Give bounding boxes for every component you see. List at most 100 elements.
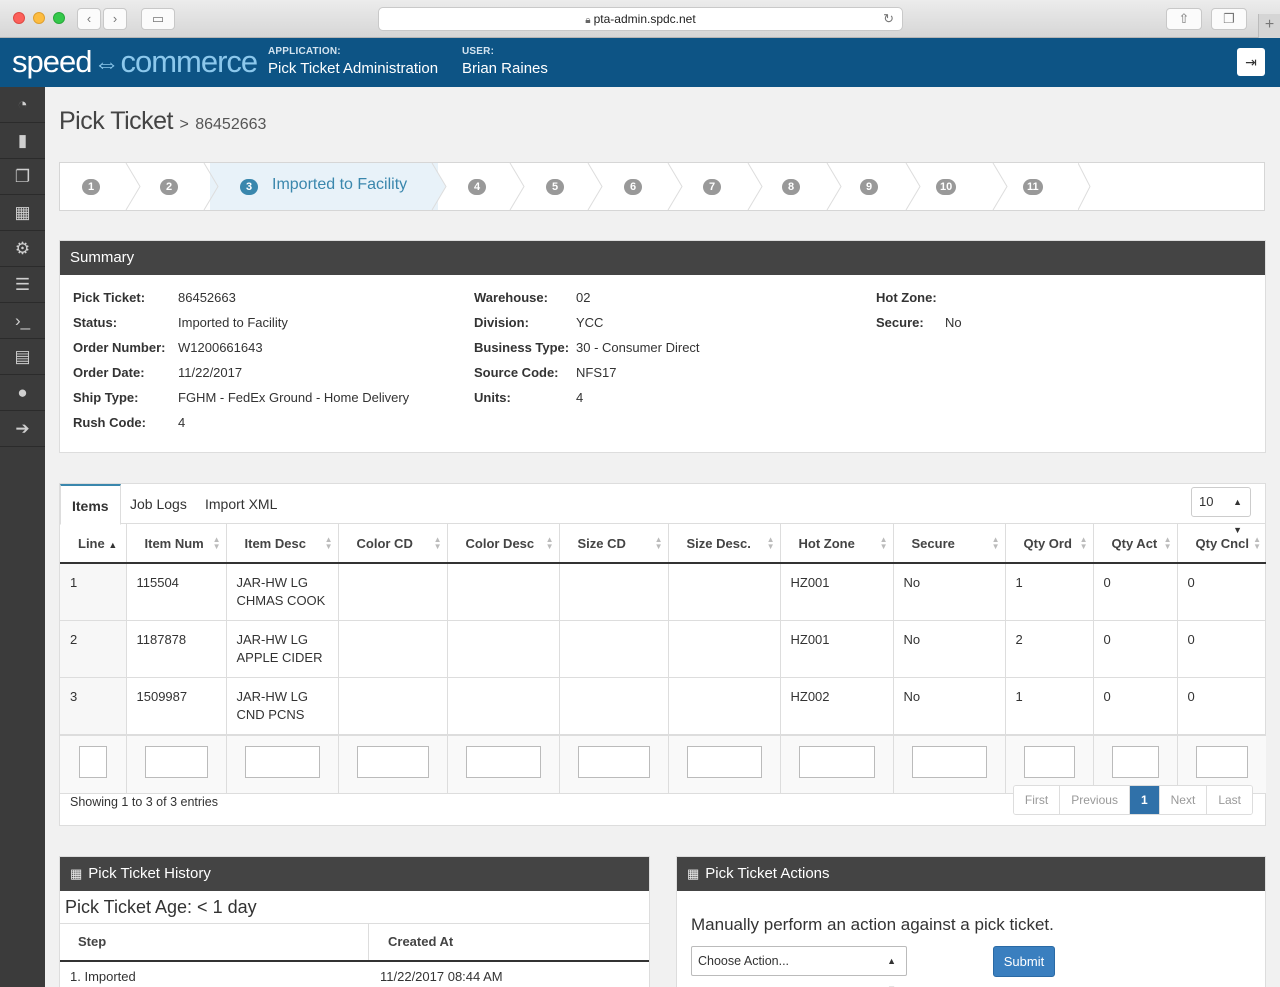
sort-icon: ▲ ▼	[1253, 535, 1261, 551]
sidebar-item-terminal[interactable]: ›_	[0, 303, 45, 339]
zoom-window-button[interactable]	[53, 12, 65, 24]
filter-cell	[446, 734, 559, 794]
pager-last[interactable]: Last	[1206, 786, 1252, 814]
cogs-icon: ⚙	[14, 239, 31, 258]
sidebar-item-building[interactable]: ▦	[0, 195, 45, 231]
summary-division: Division: YCC	[474, 315, 603, 330]
sidebar-item-document[interactable]: ▤	[0, 339, 45, 375]
filter-color-cd-input[interactable]	[356, 746, 429, 778]
page-size-select[interactable]: 10 ▲ ▼	[1191, 487, 1251, 535]
back-icon[interactable]: ‹	[77, 8, 101, 30]
col-qty-ord[interactable]: Qty Ord ▲ ▼	[1004, 524, 1093, 564]
history-col-divider	[368, 923, 369, 960]
cell-secure: No	[892, 563, 1005, 621]
summary-value: YCC	[576, 315, 604, 330]
user-value: Brian Raines	[462, 60, 548, 77]
address-bar[interactable]: 🔒︎ pta-admin.spdc.net ↻	[378, 7, 903, 31]
new-tab-icon[interactable]: +	[1258, 14, 1280, 38]
tabs-overview-icon[interactable]: ❐	[1211, 8, 1247, 30]
sort-icon: ▲ ▼	[545, 535, 554, 551]
sidebar-toggle-icon[interactable]: ▭	[141, 8, 175, 30]
col-line[interactable]: Line ▲	[60, 524, 126, 564]
sidebar-item-settings[interactable]: ⚙	[0, 231, 45, 267]
col-size-cd[interactable]: Size CD ▲ ▼	[558, 524, 668, 564]
sidebar-item-server[interactable]: ☰	[0, 267, 45, 303]
filter-color-desc-input[interactable]	[465, 746, 541, 778]
server-icon: ☰	[14, 275, 31, 294]
sidebar-item-files[interactable]: ❐	[0, 159, 45, 195]
filter-item-num-input[interactable]	[144, 746, 208, 778]
history-title: Pick Ticket History	[88, 865, 211, 882]
pager-current[interactable]: 1	[1128, 786, 1159, 814]
column-label: Line	[78, 535, 105, 551]
choose-action-select[interactable]: Choose Action... ▲▼	[691, 946, 907, 987]
col-item-num[interactable]: Item Num ▲ ▼	[125, 524, 226, 564]
col-hot-zone[interactable]: Hot Zone ▲ ▼	[779, 524, 893, 564]
table-row[interactable]: 1 115504 JAR-HW LG CHMAS COOK HZ001 No 1…	[60, 563, 1266, 621]
filter-size-cd-input[interactable]	[577, 746, 650, 778]
summary-value: 02	[576, 290, 591, 305]
summary-value: NFS17	[576, 365, 617, 380]
col-secure[interactable]: Secure ▲ ▼	[892, 524, 1005, 564]
sidebar-item-user[interactable]: ●	[0, 375, 45, 411]
cell-item-desc: JAR-HW LG CHMAS COOK	[225, 563, 338, 621]
col-qty-act[interactable]: Qty Act ▲ ▼	[1092, 524, 1177, 564]
filter-hot-zone-input[interactable]	[798, 746, 875, 778]
browser-toolbar: ‹ › ▭ 🔒︎ pta-admin.spdc.net ↻ ⇧ ❐ +	[0, 0, 1280, 38]
filter-qty-ord-input[interactable]	[1023, 746, 1075, 778]
sidebar-item-next[interactable]: ➔	[0, 411, 45, 447]
items-panel: Items Job Logs Import XML 10 ▲ ▼ Line ▲ It…	[59, 483, 1266, 826]
summary-value: 86452663	[178, 290, 236, 305]
column-label: Hot Zone	[798, 535, 855, 551]
filter-cell	[667, 734, 780, 794]
application-value: Pick Ticket Administration	[268, 60, 439, 77]
filter-line-input[interactable]	[78, 746, 107, 778]
cell-size-desc	[667, 620, 780, 678]
filter-item-desc-input[interactable]	[244, 746, 320, 778]
col-size-desc[interactable]: Size Desc. ▲ ▼	[667, 524, 780, 564]
cell-hot-zone: HZ001	[779, 563, 893, 621]
reload-icon[interactable]: ↻	[883, 8, 894, 30]
col-color-desc[interactable]: Color Desc ▲ ▼	[446, 524, 559, 564]
cell-line: 1	[60, 563, 126, 621]
logo-arrow-icon: ⇔	[93, 48, 119, 78]
sidebar-item-dashboard[interactable]: ◔	[0, 87, 45, 123]
cell-secure: No	[892, 677, 1005, 736]
sort-icon: ▲ ▼	[1079, 535, 1088, 551]
submit-button[interactable]: Submit	[993, 946, 1055, 977]
close-window-button[interactable]	[13, 12, 25, 24]
logout-icon[interactable]: ⇥	[1237, 48, 1265, 76]
pager-previous[interactable]: Previous	[1059, 786, 1129, 814]
cell-qty-act: 0	[1092, 620, 1177, 678]
table-row[interactable]: 3 1509987 JAR-HW LG CND PCNS HZ002 No 1 …	[60, 677, 1266, 736]
tab-job-logs[interactable]: Job Logs	[119, 484, 198, 525]
calendar-icon: ▦	[70, 866, 83, 881]
filter-qty-cncl-input[interactable]	[1195, 746, 1248, 778]
sort-icon: ▲ ▼	[879, 535, 888, 551]
col-color-cd[interactable]: Color CD ▲ ▼	[337, 524, 447, 564]
forward-icon[interactable]: ›	[103, 8, 127, 30]
summary-ship-type: Ship Type: FGHM - FedEx Ground - Home Del…	[73, 390, 409, 405]
summary-key: Hot Zone:	[876, 290, 937, 305]
tab-items[interactable]: Items	[60, 484, 121, 525]
pager-first[interactable]: First	[1013, 786, 1060, 814]
summary-key: Units:	[474, 390, 511, 405]
speed-commerce-logo[interactable]: speed⇔commerce	[12, 42, 258, 82]
cell-qty-cncl: 0	[1176, 677, 1266, 736]
summary-key: Warehouse:	[474, 290, 548, 305]
history-col-step[interactable]: Step	[78, 923, 106, 960]
col-item-desc[interactable]: Item Desc ▲ ▼	[225, 524, 338, 564]
minimize-window-button[interactable]	[33, 12, 45, 24]
filter-size-desc-input[interactable]	[686, 746, 762, 778]
tab-import-xml[interactable]: Import XML	[194, 484, 288, 525]
filter-secure-input[interactable]	[911, 746, 987, 778]
col-qty-cncl[interactable]: Qty Cncl ▲ ▼	[1176, 524, 1266, 564]
pager-next[interactable]: Next	[1158, 786, 1207, 814]
table-row[interactable]: 2 1187878 JAR-HW LG APPLE CIDER HZ001 No…	[60, 620, 1266, 678]
share-icon[interactable]: ⇧	[1166, 8, 1202, 30]
cell-color-cd	[337, 620, 447, 678]
history-col-created[interactable]: Created At	[388, 923, 453, 960]
filter-qty-act-input[interactable]	[1111, 746, 1159, 778]
summary-key: Division:	[474, 315, 529, 330]
sidebar-item-file[interactable]: ▮	[0, 123, 45, 159]
